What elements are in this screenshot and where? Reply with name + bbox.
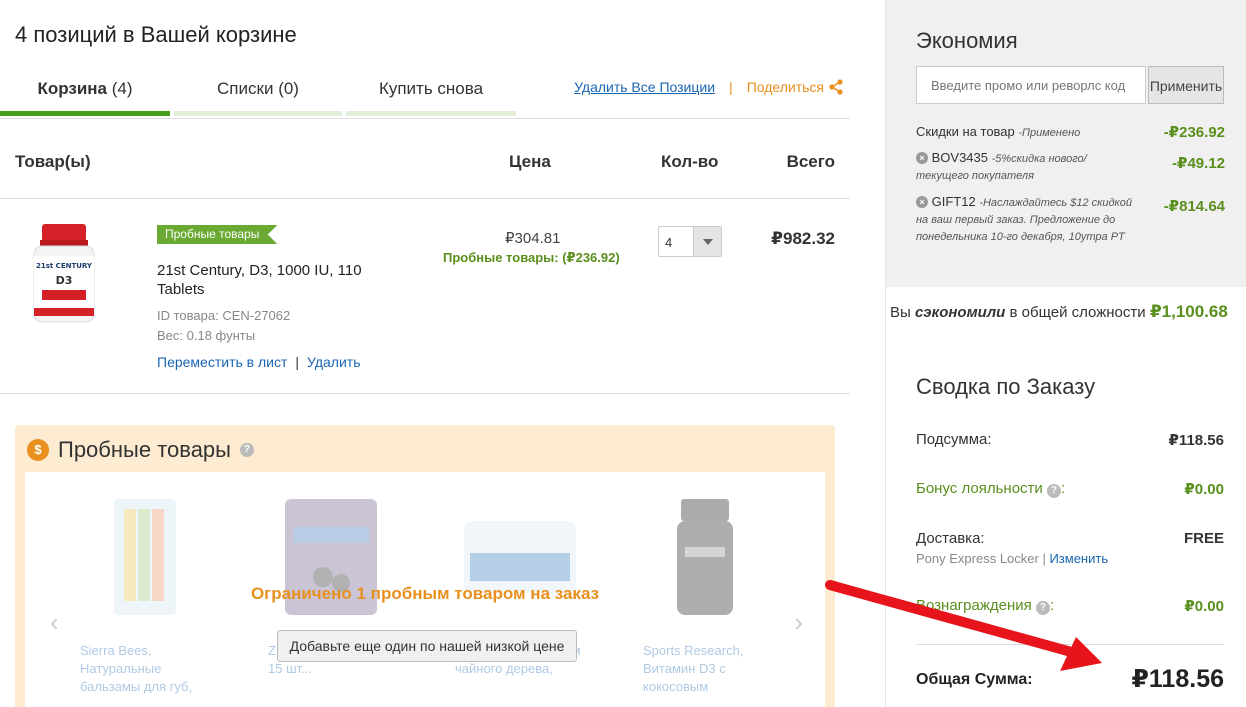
trial-products-panel: $ Пробные товары ? ‹ › Sierra Bees, Нату… [15,425,835,707]
grand-total-label: Общая Сумма: [916,671,1033,688]
tab-cart[interactable]: Корзина (4) [0,72,170,116]
promo-code-input[interactable]: Введите промо или реворлс код [916,66,1146,104]
trial-product-name-4[interactable]: Sports Research, Витамин D3 с кокосовым [643,642,773,696]
cart-section: 4 позиций в Вашей корзине Корзина (4) Сп… [0,0,850,707]
rewards-text: Вознаграждения [916,597,1032,614]
share-label: Поделиться [746,79,824,95]
header-total: Всего [786,152,835,171]
product-discount-label: Скидки на товар -Применено [916,124,1080,141]
savings-middle: в общей сложности [1009,304,1146,321]
shipping-value: FREE [1183,530,1224,547]
move-to-list-link[interactable]: Переместить в лист [157,354,287,370]
savings-emphasis: сэкономили [914,304,1006,321]
header-product: Товар(ы) [15,152,91,171]
rewards-colon: : [1049,597,1055,614]
product-image-d3: D3 [56,274,73,287]
shipping-method-name: Pony Express Locker [916,551,1039,566]
tab-lists[interactable]: Списки (0) [174,72,342,116]
trial-title: Пробные товары [58,437,231,462]
remove-code-icon[interactable]: × [916,196,928,208]
share-button[interactable]: Поделиться [747,79,844,95]
carousel-prev-button[interactable]: ‹ [50,607,59,638]
promo-code-1-name: BOV3435 [931,150,988,165]
remove-code-icon[interactable]: × [916,152,928,164]
help-icon[interactable]: ? [239,443,254,457]
promo-code-2-name: GIFT12 [931,194,976,209]
tab-lists-count: (0) [278,79,299,98]
tab-cart-label: Корзина [37,79,108,98]
tab-lists-label: Списки [217,79,274,98]
product-name[interactable]: 21st Century, D3, 1000 IU, 110 Tablets [157,261,387,299]
savings-section: Экономия Введите промо или реворлс код П… [886,0,1246,287]
help-icon[interactable]: ? [1035,601,1050,615]
loyalty-label: Бонус лояльности ?: [916,480,1065,498]
cart-title: 4 позиций в Вашей корзине [15,22,297,47]
loyalty-text: Бонус лояльности [916,480,1043,497]
savings-value: ₽1,100.68 [1149,302,1228,321]
total-savings: Вы сэкономили в общей сложности ₽1,100.6… [890,302,1228,322]
product-total: ₽982.32 [771,229,835,248]
share-icon [829,79,843,95]
row-divider [0,393,850,394]
coin-icon: $ [27,439,49,461]
savings-title: Экономия [916,28,1018,53]
apply-button[interactable]: Применить [1148,66,1224,104]
product-actions: Переместить в лист | Удалить [157,354,360,370]
summary-divider [916,644,1224,645]
quantity-value: 4 [665,235,673,250]
trial-product-name-1[interactable]: Sierra Bees, Натуральные бальзамы для гу… [80,642,210,696]
product-price: ₽304.81 [505,230,561,247]
header-qty: Кол-во [661,152,719,171]
subtotal-label: Подсумма: [916,431,992,448]
header-price: Цена [509,152,551,171]
tab-cart-count: (4) [111,79,133,98]
action-separator: | [295,354,300,370]
remove-all-link[interactable]: Удалить Все Позиции [574,79,715,95]
add-trial-button[interactable]: Добавьте еще один по нашей низкой цене [277,630,577,662]
promo-code-1-value: -₽49.12 [1172,155,1225,172]
promo-code-2-value: -₽814.64 [1163,198,1225,215]
sidebar: Экономия Введите промо или реворлс код П… [885,0,1246,707]
trial-limit-text: Ограничено 1 пробным товаром на заказ [250,584,600,603]
carousel-next-button[interactable]: › [794,607,803,638]
shipping-label: Доставка: [916,530,985,547]
product-image-brand: 21st CENTURY [36,262,93,270]
order-summary-title: Сводка по Заказу [916,374,1096,399]
loyalty-colon: : [1060,480,1066,497]
promo-code-1: × BOV3435 -5%скидка нового/текущего поку… [916,150,1116,184]
header-divider [0,198,850,199]
change-shipping-link[interactable]: Изменить [1049,551,1108,566]
delete-link[interactable]: Удалить [307,354,360,370]
trial-header: $ Пробные товары ? [27,437,254,463]
shipping-method: Pony Express Locker | Изменить [916,551,1109,566]
chevron-down-icon[interactable] [693,227,721,256]
quantity-select[interactable]: 4 [658,226,722,257]
trial-badge: Пробные товары [157,225,278,244]
trial-carousel: ‹ › Sierra Bees, Натуральные бальзамы дл… [25,472,825,707]
rewards-label: Вознаграждения ?: [916,597,1054,615]
product-discount-value: -₽236.92 [1163,124,1225,141]
product-weight: Вес: 0.18 фунты [157,328,256,343]
grand-total-value: ₽118.56 [1131,665,1224,693]
tab-buy-again[interactable]: Купить снова [346,72,516,116]
product-image[interactable]: 21st CENTURY D3 [28,222,100,324]
help-icon[interactable]: ? [1046,484,1061,498]
cart-actions: Удалить Все Позиции | Поделиться [574,79,844,95]
promo-code-2: × GIFT12 -Наслаждайтесь $12 скидкой на в… [916,194,1141,245]
subtotal-value: ₽118.56 [1168,432,1225,449]
loyalty-value: ₽0.00 [1184,481,1224,498]
savings-prefix: Вы [890,304,911,321]
product-discount-note: -Применено [1018,127,1081,139]
tabs-divider [0,118,850,119]
rewards-value: ₽0.00 [1184,598,1224,615]
trial-price: Пробные товары: (₽236.92) [443,250,620,265]
product-discount-text: Скидки на товар [916,124,1015,139]
tab-buy-again-label: Купить снова [378,79,484,98]
separator: | [729,79,733,95]
product-id: ID товара: CEN-27062 [157,308,291,323]
